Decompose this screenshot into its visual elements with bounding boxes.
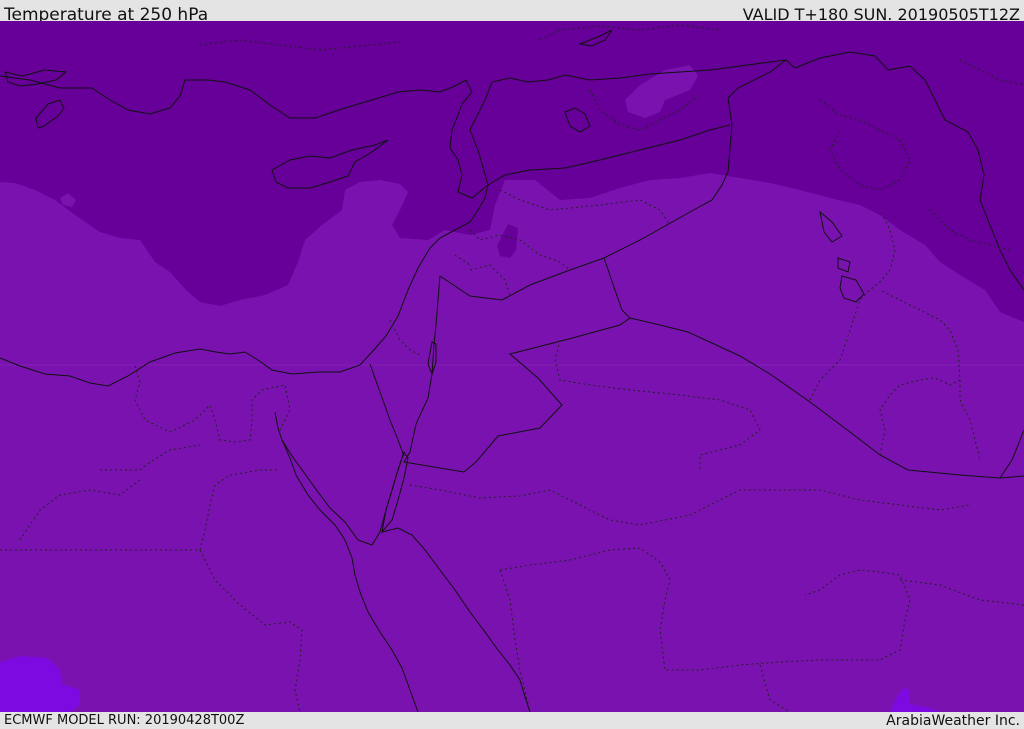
credit-label: ArabiaWeather Inc.: [886, 713, 1020, 729]
map-header: Temperature at 250 hPa VALID T+180 SUN. …: [0, 0, 1024, 21]
map-title: Temperature at 250 hPa: [4, 5, 209, 21]
valid-time: VALID T+180 SUN. 20190505T12Z: [742, 5, 1020, 21]
model-run-label: ECMWF MODEL RUN: 20190428T00Z: [4, 713, 245, 728]
temperature-map: [0, 21, 1024, 712]
map-footer: ECMWF MODEL RUN: 20190428T00Z ArabiaWeat…: [0, 712, 1024, 729]
weather-map-frame: Temperature at 250 hPa VALID T+180 SUN. …: [0, 0, 1024, 729]
